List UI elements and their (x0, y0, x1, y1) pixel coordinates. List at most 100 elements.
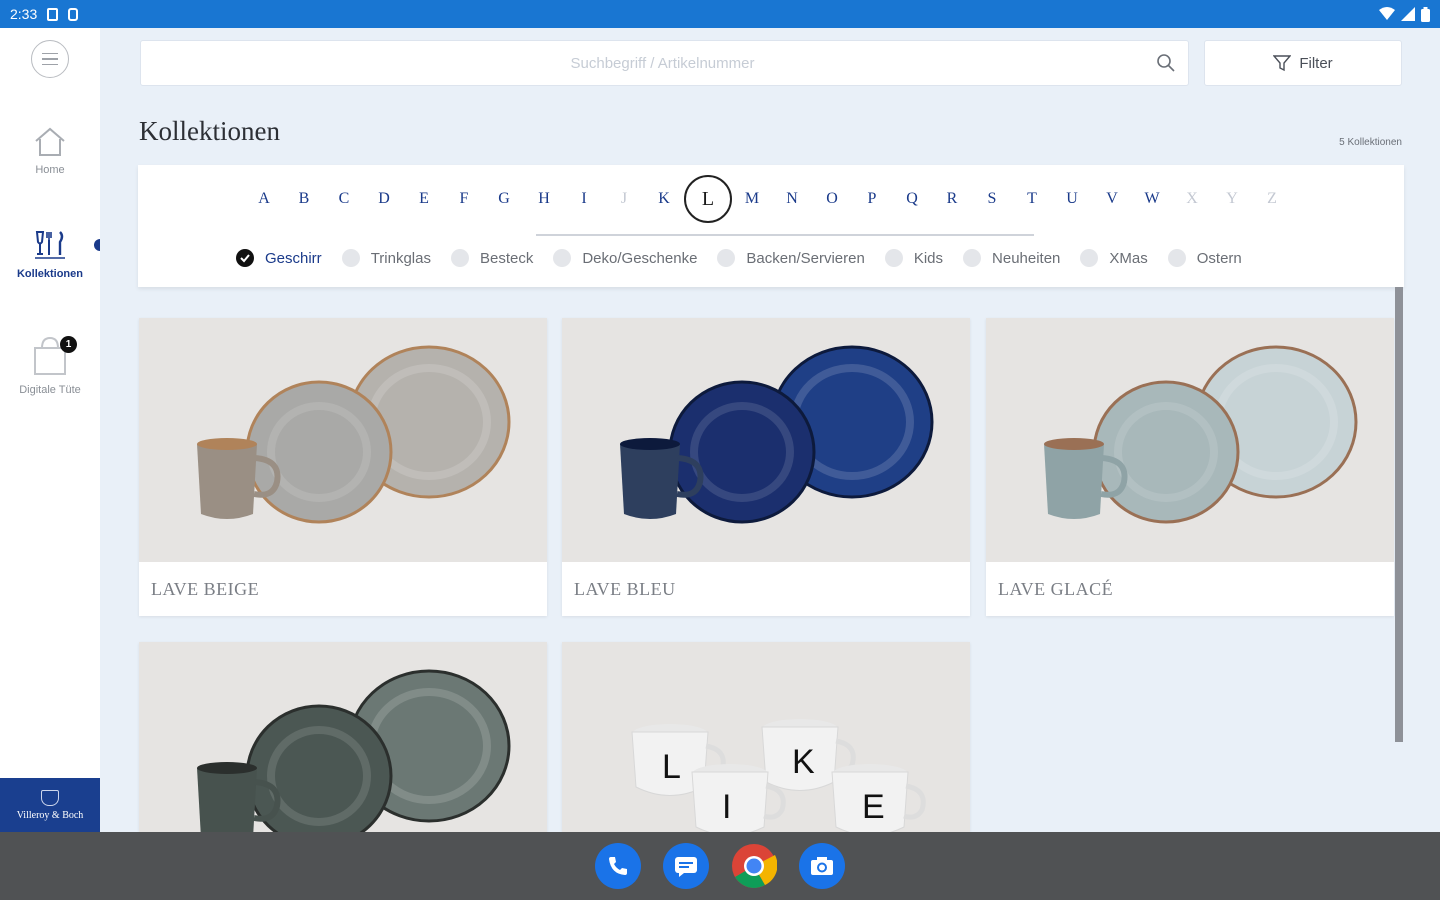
search-icon[interactable] (1144, 53, 1188, 73)
battery-icon (1421, 6, 1430, 22)
category-label: Ostern (1196, 249, 1242, 267)
category-label: Trinkglas (370, 249, 431, 267)
sidebar-item-label: Kollektionen (16, 268, 83, 280)
letter-z: Z (1252, 173, 1292, 225)
letter-b[interactable]: B (284, 173, 324, 225)
letter-label: I (581, 190, 587, 207)
radio-icon (717, 249, 736, 267)
letter-label: L (684, 175, 732, 223)
category-label: Geschirr (265, 249, 322, 267)
letter-label: Q (906, 190, 918, 207)
letter-o[interactable]: O (812, 173, 852, 225)
phone-icon (609, 857, 627, 875)
collection-image (562, 318, 970, 562)
category-label: Kids (913, 249, 944, 267)
sidebar-item-digitale-tuete[interactable]: Digitale Tüte (0, 334, 100, 396)
letter-e[interactable]: E (404, 173, 444, 225)
chrome-app[interactable] (731, 843, 777, 889)
letter-t[interactable]: T (1012, 173, 1052, 225)
sd-card-icon (47, 7, 59, 21)
home-icon (35, 127, 65, 156)
letter-label: C (338, 190, 350, 207)
collection-image (139, 318, 547, 562)
category-geschirr[interactable]: Geschirr (236, 249, 322, 267)
radio-icon (553, 249, 572, 267)
letter-label: M (744, 190, 760, 207)
filter-button[interactable]: Filter (1204, 40, 1402, 86)
brand-name: Villeroy & Boch (16, 809, 84, 821)
search-input[interactable] (141, 41, 1144, 85)
letter-label: Z (1267, 190, 1277, 207)
letter-label: V (1106, 190, 1118, 207)
phone-app[interactable] (595, 843, 641, 889)
menu-button[interactable] (31, 40, 69, 78)
letter-d[interactable]: D (364, 173, 404, 225)
letter-n[interactable]: N (772, 173, 812, 225)
collection-card[interactable] (139, 642, 547, 832)
category-kids[interactable]: Kids (884, 249, 944, 267)
letter-f[interactable]: F (444, 173, 484, 225)
letter-h[interactable]: H (524, 173, 564, 225)
sidebar-item-home[interactable]: Home (0, 126, 100, 176)
brand-logo[interactable]: Villeroy & Boch (0, 778, 100, 832)
category-deko-geschenke[interactable]: Deko/Geschenke (553, 249, 697, 267)
category-backen-servieren[interactable]: Backen/Servieren (717, 249, 865, 267)
collection-card[interactable]: LAVE GLACÉ (986, 318, 1394, 616)
hamburger-icon-bar (42, 58, 58, 60)
letter-q[interactable]: Q (892, 173, 932, 225)
letter-v[interactable]: V (1092, 173, 1132, 225)
wifi-icon (1379, 7, 1395, 20)
scrollbar[interactable] (1395, 287, 1403, 742)
letter-m[interactable]: M (732, 173, 772, 225)
letter-l[interactable]: L (684, 173, 732, 225)
sidebar: Home Kollektionen Digitale Tüte 1 Viller… (0, 28, 100, 832)
letter-label: P (867, 190, 877, 207)
hamburger-icon-bar (42, 63, 58, 66)
category-xmas[interactable]: XMas (1080, 249, 1148, 267)
collection-title: LAVE GLACÉ (998, 578, 1114, 599)
signal-icon (1401, 7, 1415, 21)
letter-label: Y (1226, 190, 1238, 207)
cup-letter: I (722, 788, 731, 826)
collection-card[interactable]: LAVE BEIGE (139, 318, 547, 616)
letter-label: G (498, 190, 510, 207)
letter-label: E (419, 190, 429, 207)
letter-label: S (987, 190, 997, 207)
sidebar-item-kollektionen[interactable]: Kollektionen (0, 228, 100, 280)
letter-label: K (658, 190, 670, 207)
letter-label: J (620, 190, 628, 207)
category-besteck[interactable]: Besteck (450, 249, 534, 267)
letter-a[interactable]: A (244, 173, 284, 225)
status-time: 2:33 (10, 6, 38, 22)
letter-c[interactable]: C (324, 173, 364, 225)
collection-card[interactable]: LAVE BLEU (562, 318, 970, 616)
category-label: Backen/Servieren (746, 249, 865, 267)
collection-title: LAVE BLEU (574, 578, 676, 599)
letter-k[interactable]: K (644, 173, 684, 225)
letter-i[interactable]: I (564, 173, 604, 225)
letter-p[interactable]: P (852, 173, 892, 225)
letter-label: W (1144, 190, 1160, 207)
letter-label: X (1186, 190, 1198, 207)
category-label: Besteck (479, 249, 534, 267)
collection-card[interactable]: L K I E (562, 642, 970, 832)
letter-w[interactable]: W (1132, 173, 1172, 225)
letter-u[interactable]: U (1052, 173, 1092, 225)
category-filter: Geschirr Trinkglas Besteck Deko/Geschenke Ba… (236, 246, 1262, 270)
category-ostern[interactable]: Ostern (1167, 249, 1242, 267)
category-neuheiten[interactable]: Neuheiten (963, 249, 1060, 267)
collection-image: L K I E (562, 642, 970, 832)
letter-label: F (459, 190, 469, 207)
letter-s[interactable]: S (972, 173, 1012, 225)
messages-app[interactable] (663, 843, 709, 889)
letter-label: B (298, 190, 310, 207)
letter-label: N (786, 190, 798, 207)
letter-r[interactable]: R (932, 173, 972, 225)
camera-app[interactable] (799, 843, 845, 889)
radio-icon (1167, 249, 1186, 267)
category-trinkglas[interactable]: Trinkglas (341, 249, 431, 267)
category-label: XMas (1109, 249, 1148, 267)
messages-icon (675, 857, 697, 877)
letter-g[interactable]: G (484, 173, 524, 225)
page-title: Kollektionen (139, 116, 280, 146)
